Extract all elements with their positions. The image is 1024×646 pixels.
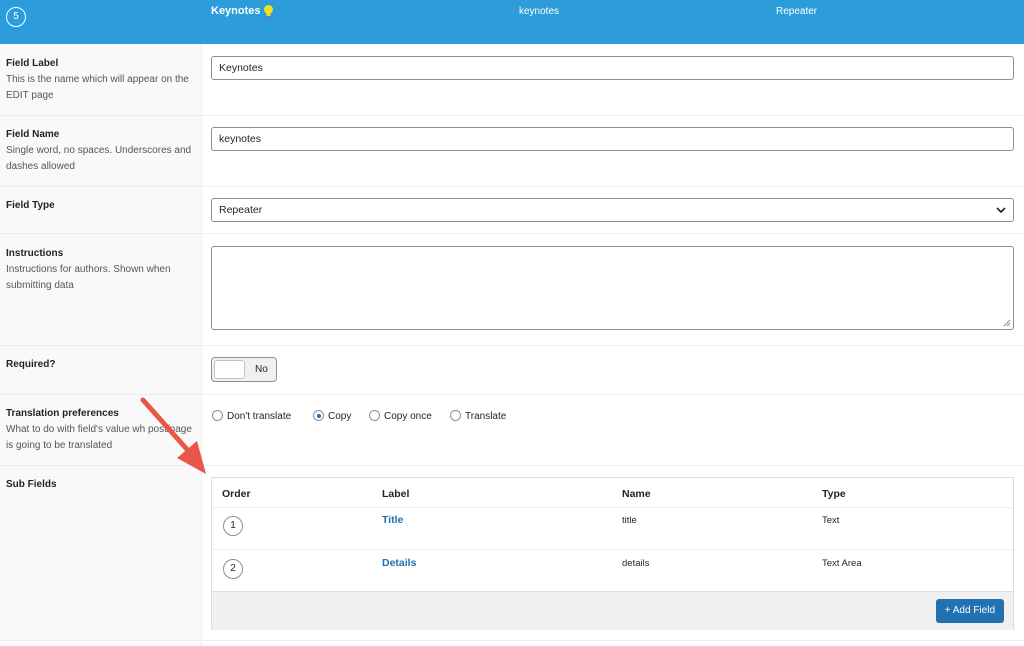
radio-button-checked[interactable]	[313, 410, 324, 421]
row-divider	[0, 115, 1024, 116]
field-label-description: This is the name which will appear on th…	[6, 74, 189, 101]
field-header-name: keynotes	[519, 6, 560, 17]
sub-field-name: title	[622, 515, 637, 526]
sub-field-label-link[interactable]: Title	[382, 514, 403, 526]
toggle-knob	[214, 360, 245, 379]
translation-title: Translation preferences	[6, 408, 119, 419]
field-name-description: Single word, no spaces. Underscores and …	[6, 145, 192, 172]
sub-field-label-link[interactable]: Details	[382, 557, 416, 569]
radio-button[interactable]	[450, 410, 461, 421]
resize-handle-icon[interactable]	[1003, 319, 1011, 327]
required-toggle[interactable]: No	[211, 357, 277, 382]
field-header-label[interactable]: Keynotes	[211, 5, 261, 17]
translation-description: What to do with field's value wh post/pa…	[6, 424, 192, 451]
field-order-badge: 5	[6, 7, 26, 27]
add-field-button[interactable]: + Add Field	[935, 599, 1004, 623]
column-header-label: Label	[382, 488, 410, 500]
radio-translate[interactable]: Translate	[450, 410, 506, 422]
sub-field-order-handle[interactable]: 1	[223, 516, 243, 536]
radio-label: Copy	[328, 411, 352, 422]
radio-label: Copy once	[384, 411, 432, 422]
radio-button[interactable]	[369, 410, 380, 421]
instructions-title: Instructions	[6, 248, 64, 259]
radio-copy[interactable]: Copy	[313, 410, 351, 422]
row-divider	[0, 186, 1024, 187]
instructions-description: Instructions for authors. Shown when sub…	[6, 264, 171, 291]
chevron-down-icon	[996, 207, 1006, 214]
sub-fields-table: Order Label Name Type 1 Title title Text…	[211, 477, 1014, 630]
sub-fields-title: Sub Fields	[6, 479, 57, 490]
field-type-select[interactable]: Repeater	[211, 198, 1014, 222]
field-name-label: Field Name Single word, no spaces. Under…	[6, 129, 194, 175]
radio-label: Translate	[465, 411, 507, 422]
radio-label: Don't translate	[227, 411, 292, 422]
required-label: Required?	[6, 359, 194, 370]
instructions-textarea[interactable]	[211, 246, 1014, 330]
sub-fields-footer: + Add Field	[212, 591, 1013, 630]
sub-fields-label: Sub Fields	[6, 479, 194, 490]
radio-button[interactable]	[212, 410, 223, 421]
field-label-title: Field Label	[6, 58, 59, 69]
sub-field-type: Text	[822, 515, 840, 526]
radio-dont-translate[interactable]: Don't translate	[212, 410, 291, 422]
field-type-selected: Repeater	[219, 204, 263, 216]
instructions-label: Instructions Instructions for authors. S…	[6, 248, 194, 294]
field-label-input[interactable]: Keynotes	[211, 56, 1014, 80]
column-header-type: Type	[822, 488, 846, 500]
row-divider	[0, 345, 1024, 346]
field-name-input[interactable]: keynotes	[211, 127, 1014, 151]
field-type-label: Field Type	[6, 200, 194, 211]
row-divider	[0, 394, 1024, 395]
translation-label: Translation preferences What to do with …	[6, 408, 194, 454]
column-header-name: Name	[622, 488, 651, 500]
field-header-bar[interactable]: 5 Keynotes keynotes Repeater	[0, 0, 1024, 44]
required-toggle-label: No	[255, 364, 268, 375]
column-header-order: Order	[222, 488, 251, 500]
sub-field-type: Text Area	[822, 558, 862, 569]
row-divider	[0, 465, 1024, 466]
row-divider	[0, 640, 1024, 641]
required-title: Required?	[6, 359, 56, 370]
field-label-label: Field Label This is the name which will …	[6, 58, 194, 104]
sub-field-name: details	[622, 558, 650, 569]
field-type-title: Field Type	[6, 200, 55, 211]
field-name-title: Field Name	[6, 129, 60, 140]
row-divider	[212, 549, 1013, 550]
row-divider	[212, 507, 1013, 508]
row-divider	[0, 233, 1024, 234]
radio-copy-once[interactable]: Copy once	[369, 410, 432, 422]
sub-field-order-handle[interactable]: 2	[223, 559, 243, 579]
lightbulb-icon	[264, 5, 273, 18]
field-header-type: Repeater	[776, 6, 818, 17]
